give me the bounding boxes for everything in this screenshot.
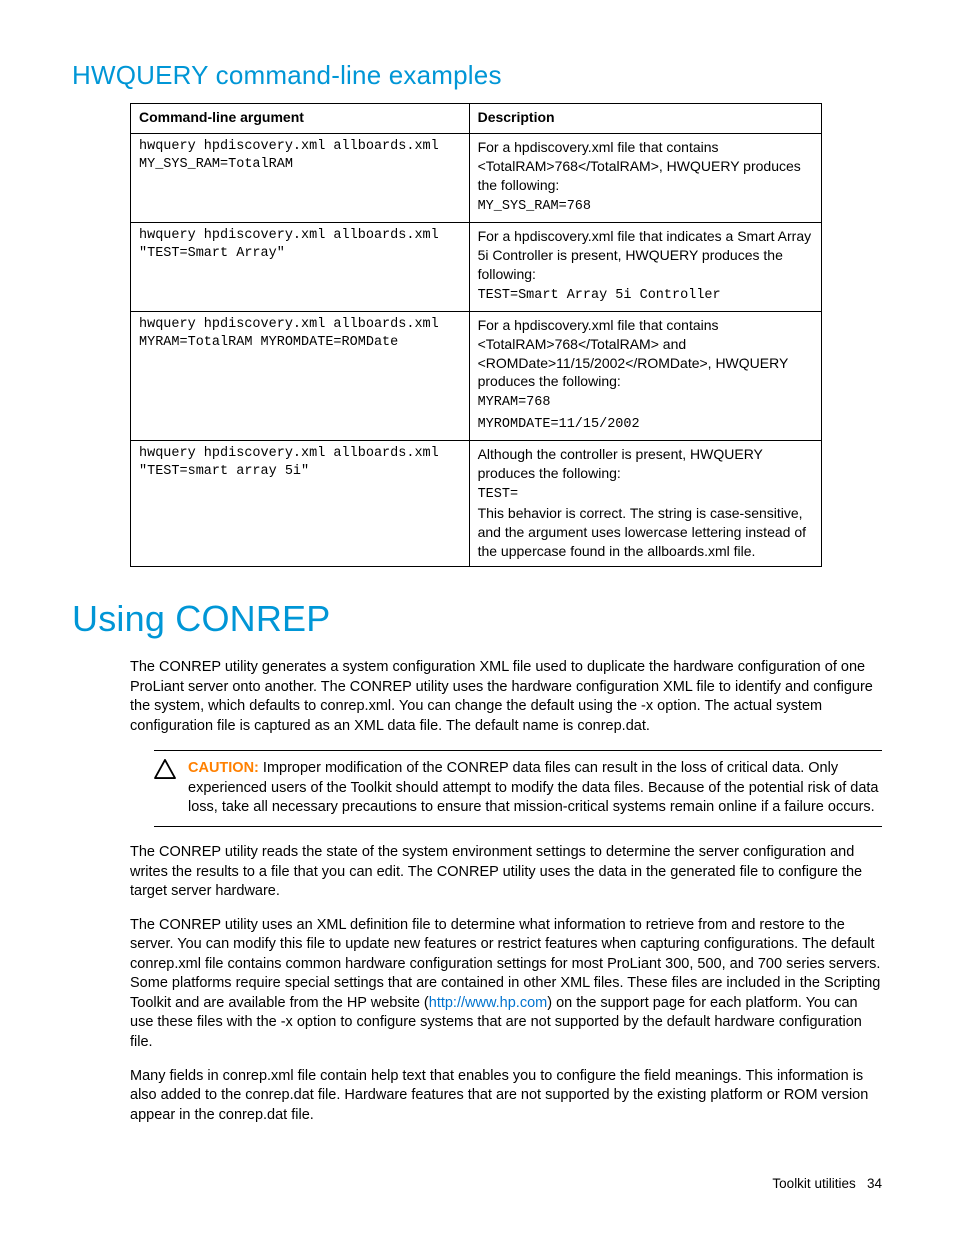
command-argument-cell: hwquery hpdiscovery.xml allboards.xml MY… <box>131 311 470 440</box>
conrep-paragraph-2: The CONREP utility reads the state of th… <box>130 843 882 902</box>
section-heading-hwquery: HWQUERY command-line examples <box>72 58 882 93</box>
table-row: hwquery hpdiscovery.xml allboards.xml "T… <box>131 440 822 567</box>
table-header-argument: Command-line argument <box>131 104 470 134</box>
section-heading-conrep: Using CONREP <box>72 595 882 644</box>
description-cell: For a hpdiscovery.xml file that contains… <box>469 311 821 440</box>
hp-website-link[interactable]: http://www.hp.com <box>429 995 547 1011</box>
footer-section-name: Toolkit utilities <box>772 1176 855 1191</box>
table-row: hwquery hpdiscovery.xml allboards.xml "T… <box>131 222 822 311</box>
command-argument-cell: hwquery hpdiscovery.xml allboards.xml MY… <box>131 133 470 222</box>
table-row: hwquery hpdiscovery.xml allboards.xml MY… <box>131 311 822 440</box>
caution-body: Improper modification of the CONREP data… <box>188 760 879 815</box>
table-row: hwquery hpdiscovery.xml allboards.xml MY… <box>131 133 822 222</box>
command-argument-cell: hwquery hpdiscovery.xml allboards.xml "T… <box>131 440 470 567</box>
hwquery-examples-table: Command-line argument Description hwquer… <box>130 103 822 567</box>
page-footer: Toolkit utilities 34 <box>772 1175 882 1193</box>
caution-callout: CAUTION: Improper modification of the CO… <box>154 750 882 827</box>
command-argument-cell: hwquery hpdiscovery.xml allboards.xml "T… <box>131 222 470 311</box>
conrep-paragraph-4: Many fields in conrep.xml file contain h… <box>130 1067 882 1126</box>
description-cell: For a hpdiscovery.xml file that indicate… <box>469 222 821 311</box>
description-cell: Although the controller is present, HWQU… <box>469 440 821 567</box>
conrep-paragraph-3: The CONREP utility uses an XML definitio… <box>130 916 882 1053</box>
footer-page-number: 34 <box>867 1176 882 1191</box>
caution-icon <box>154 759 188 818</box>
conrep-intro-paragraph: The CONREP utility generates a system co… <box>130 658 882 736</box>
caution-label: CAUTION: <box>188 760 259 776</box>
table-header-description: Description <box>469 104 821 134</box>
description-cell: For a hpdiscovery.xml file that contains… <box>469 133 821 222</box>
